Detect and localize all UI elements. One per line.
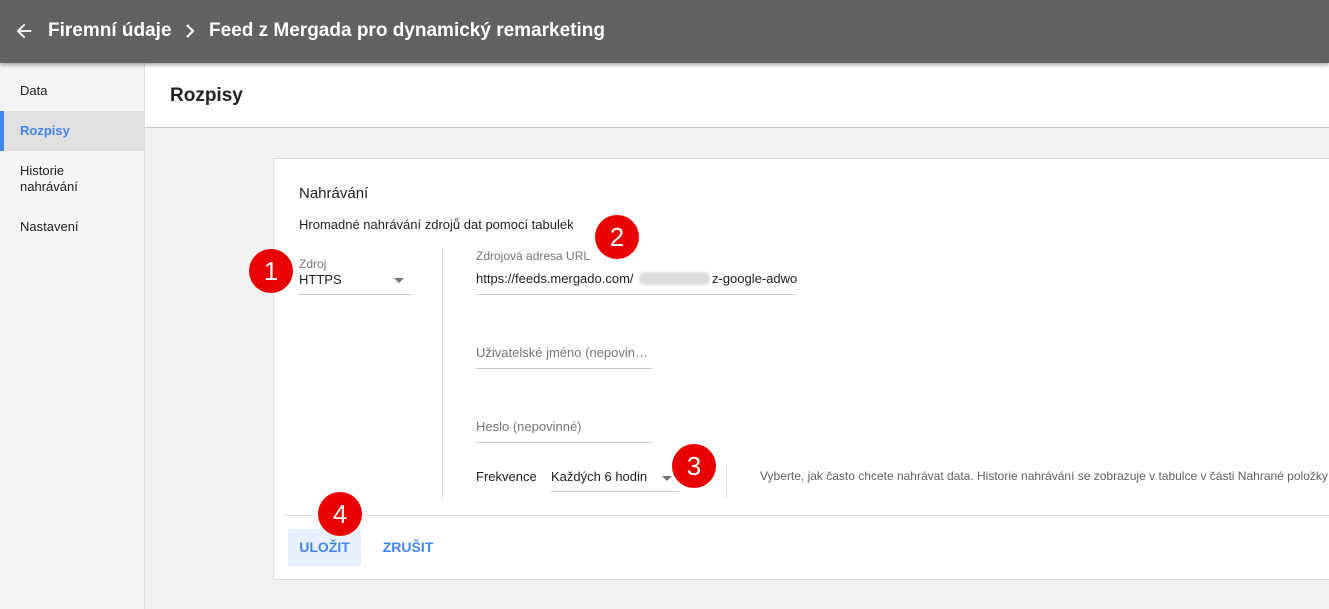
page-header: Rozpisy [145,63,1329,128]
redacted-url-segment [639,272,710,285]
frequency-label: Frekvence [476,469,537,484]
dropdown-arrow-icon [394,278,404,283]
source-value: HTTPS [299,272,342,287]
sidebar-item-historie-nahravani[interactable]: Historie nahrávání [0,163,144,195]
section-subtitle: Hromadné nahrávání zdrojů dat pomocí tab… [299,217,574,232]
url-input[interactable]: https://feeds.mergado.com/ z-google-adwo [476,269,798,295]
sidebar-item-rozpisy[interactable]: Rozpisy [0,111,144,151]
url-value-suffix: z-google-adwo [712,271,798,286]
breadcrumb-current: Feed z Mergada pro dynamický remarketing [209,20,605,41]
sidebar: Data Rozpisy Historie nahrávání Nastaven… [0,63,145,609]
upload-card: Nahrávání Hromadné nahrávání zdrojů dat … [273,158,1329,580]
annotation-badge-1: 1 [249,249,293,293]
help-divider [726,464,727,498]
frequency-select[interactable]: Každých 6 hodin [551,462,679,492]
url-value-prefix: https://feeds.mergado.com/ [476,271,634,286]
source-select[interactable]: HTTPS [299,271,411,295]
top-app-bar: Firemní údaje Feed z Mergada pro dynamic… [0,0,1329,63]
dropdown-arrow-icon [662,476,672,481]
breadcrumb-parent[interactable]: Firemní údaje [48,20,172,42]
actions-divider [284,515,1329,516]
arrow-left-icon[interactable] [13,20,35,42]
frequency-help-text: Vyberte, jak často chcete nahrávat data.… [760,469,1328,483]
annotation-badge-3: 3 [672,444,716,488]
password-input[interactable]: Heslo (nepovinné) [476,411,652,443]
frequency-value: Každých 6 hodin [551,469,648,484]
column-divider [442,247,443,499]
chevron-right-icon [186,24,195,38]
save-button[interactable]: ULOŽIT [288,529,361,566]
url-label: Zdrojová adresa URL [476,249,591,263]
annotation-badge-4: 4 [318,492,362,536]
sidebar-item-data[interactable]: Data [0,83,144,99]
cancel-button[interactable]: ZRUŠIT [374,529,442,566]
source-label: Zdroj [299,257,327,271]
username-input[interactable]: Uživatelské jméno (nepovinné) [476,337,652,369]
annotation-badge-2: 2 [595,215,639,259]
sidebar-item-nastaveni[interactable]: Nastavení [0,219,144,235]
section-title: Nahrávání [299,185,369,202]
page-title: Rozpisy [170,85,243,106]
